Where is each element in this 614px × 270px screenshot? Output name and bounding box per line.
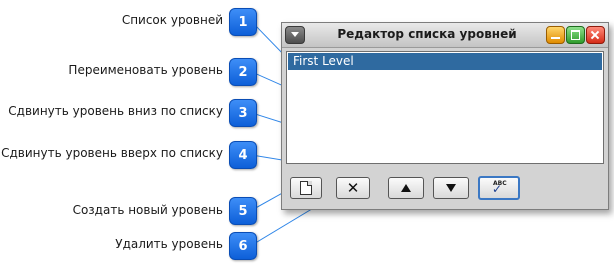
create-level-button[interactable] — [290, 177, 322, 199]
rename-abc-check-icon: ABC ✓ — [492, 180, 507, 196]
callout-badge-4: 4 — [229, 141, 257, 169]
callout-badge-6: 6 — [229, 232, 257, 260]
callout-badge-5: 5 — [229, 197, 257, 225]
title-bar[interactable]: Редактор списка уровней — [282, 23, 608, 48]
delete-x-icon: ✕ — [346, 178, 360, 197]
level-toolbar: ✕ ABC ✓ — [282, 169, 608, 209]
callout-label-3: Сдвинуть уровень вниз по списку — [8, 104, 223, 118]
callout-label-6: Удалить уровень — [115, 237, 223, 251]
callout-label-1: Список уровней — [121, 13, 223, 27]
window-title: Редактор списка уровней — [337, 27, 517, 41]
delete-level-button[interactable]: ✕ — [336, 177, 370, 199]
callout-label-2: Переименовать уровень — [68, 63, 223, 77]
move-level-down-button[interactable] — [433, 177, 469, 199]
maximize-button[interactable] — [566, 26, 585, 44]
level-list[interactable]: First Level — [286, 51, 604, 164]
level-list-editor-window: Редактор списка уровней First Level ✕ AB… — [281, 22, 609, 210]
window-menu-button[interactable] — [285, 26, 305, 44]
rename-level-button[interactable]: ABC ✓ — [478, 176, 520, 200]
callout-badge-3: 3 — [229, 99, 257, 127]
arrow-down-icon — [446, 184, 456, 192]
close-button[interactable] — [586, 26, 605, 44]
list-item-first-level[interactable]: First Level — [288, 53, 602, 70]
new-document-icon — [300, 181, 312, 195]
callout-label-4: Сдвинуть уровень вверх по списку — [1, 146, 223, 160]
callout-label-5: Создать новый уровень — [72, 203, 223, 217]
arrow-up-icon — [401, 184, 411, 192]
minimize-button[interactable] — [546, 26, 565, 44]
callout-badge-2: 2 — [229, 58, 257, 86]
move-level-up-button[interactable] — [388, 177, 424, 199]
callout-badge-1: 1 — [229, 8, 257, 36]
